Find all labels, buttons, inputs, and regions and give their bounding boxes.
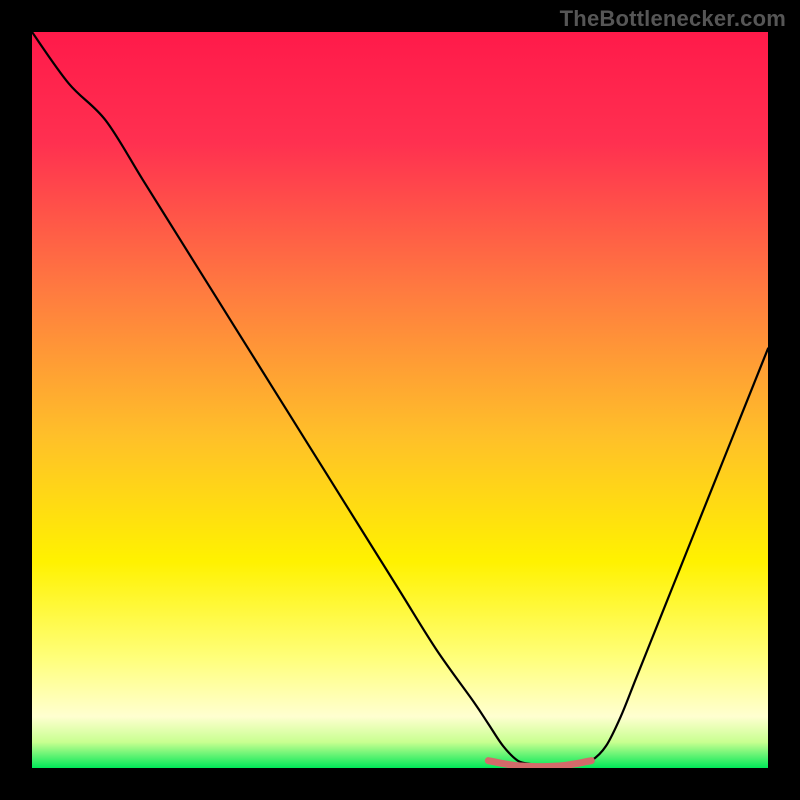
chart-plot-area: [32, 32, 768, 768]
chart-svg: [32, 32, 768, 768]
attribution-label: TheBottlenecker.com: [560, 6, 786, 32]
chart-frame: TheBottlenecker.com: [0, 0, 800, 800]
gradient-background: [32, 32, 768, 768]
